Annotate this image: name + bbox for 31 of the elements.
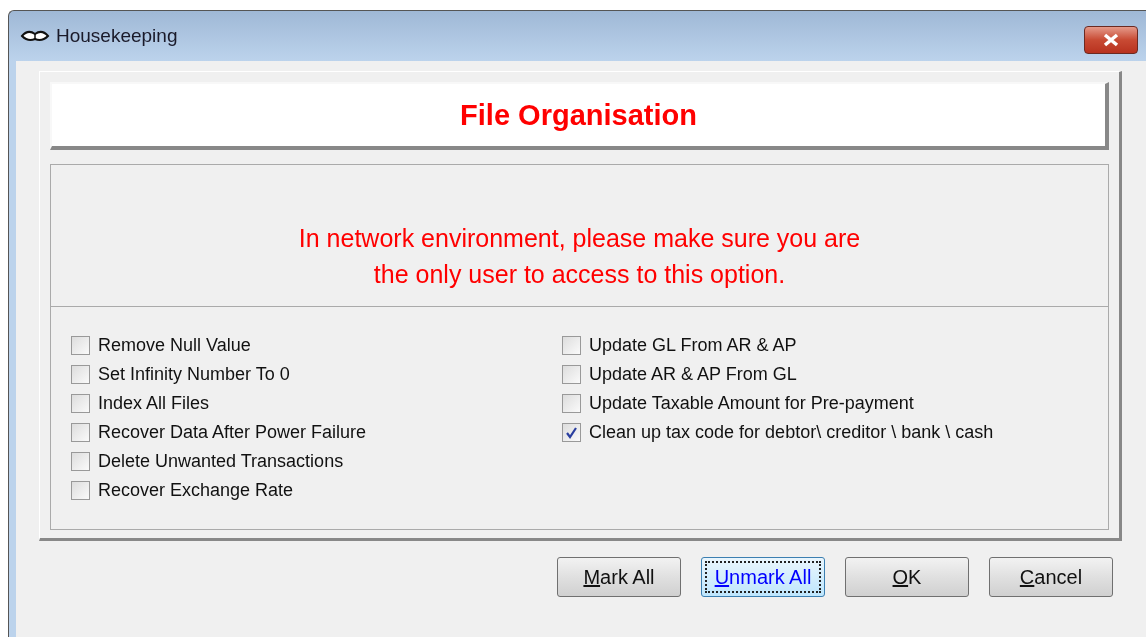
window-title: Housekeeping <box>56 25 178 47</box>
checkbox-label[interactable]: Update AR & AP From GL <box>589 363 797 385</box>
checkbox[interactable] <box>71 393 90 413</box>
checkbox-label[interactable]: Update Taxable Amount for Pre-payment <box>589 392 914 414</box>
dialog-button[interactable]: Cancel <box>989 557 1113 597</box>
header-title: File Organisation <box>460 98 697 132</box>
checkbox[interactable] <box>71 451 90 471</box>
dialog-button[interactable]: OK <box>845 557 969 597</box>
checkbox[interactable] <box>562 364 581 384</box>
checkbox-label[interactable]: Recover Data After Power Failure <box>98 421 367 443</box>
checkbox[interactable] <box>562 393 581 413</box>
warning-text: the only user to access to this option. <box>373 259 786 290</box>
checkbox[interactable] <box>71 480 90 500</box>
close-icon <box>1101 33 1121 47</box>
checkbox-label[interactable]: Set Infinity Number To 0 <box>98 363 290 385</box>
book-icon <box>20 28 50 44</box>
close-button[interactable] <box>1084 26 1138 54</box>
checkbox-label[interactable]: Remove Null Value <box>98 334 251 356</box>
checkbox-label[interactable]: Clean up tax code for debtor\ creditor \ bank \ cash <box>589 421 994 443</box>
warning-text: In network environment, please make sure you are <box>298 223 861 254</box>
checkbox[interactable] <box>562 422 581 442</box>
dialog-button[interactable]: Mark All <box>557 557 681 597</box>
checkbox-label[interactable]: Update GL From AR & AP <box>589 334 797 356</box>
dialog-button[interactable]: Unmark All <box>701 557 825 597</box>
checkbox[interactable] <box>562 335 581 355</box>
checkbox[interactable] <box>71 335 90 355</box>
checkbox[interactable] <box>71 422 90 442</box>
checkbox-label[interactable]: Recover Exchange Rate <box>98 479 294 501</box>
checkbox-label[interactable]: Index All Files <box>98 392 210 414</box>
checkbox[interactable] <box>71 364 90 384</box>
checkbox-label[interactable]: Delete Unwanted Transactions <box>98 450 344 472</box>
